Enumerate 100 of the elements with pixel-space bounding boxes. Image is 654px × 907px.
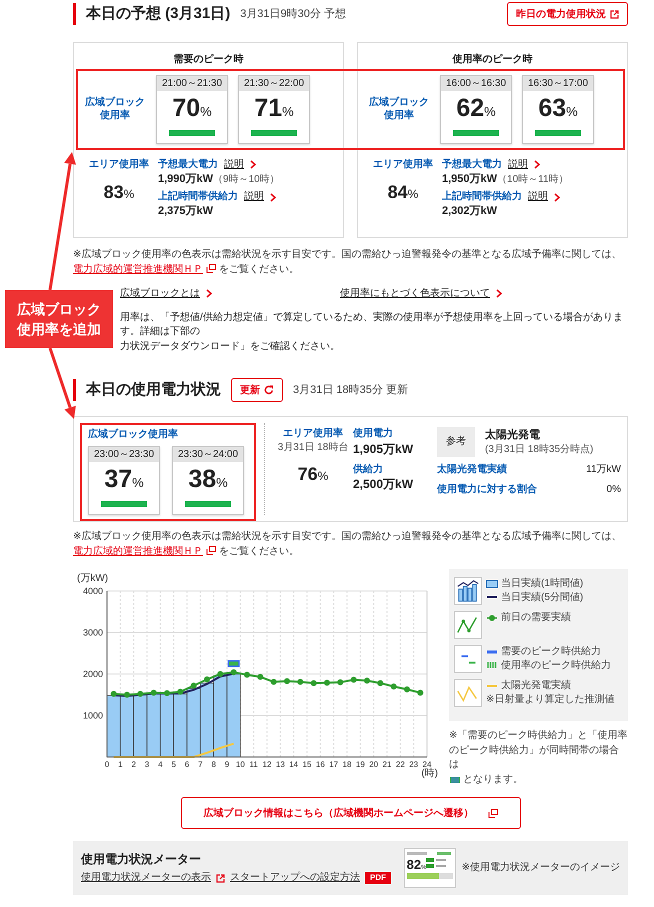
- setup-link[interactable]: スタートアップへの設定方法: [230, 871, 360, 885]
- timestamp: 3月31日 18時35分 更新: [293, 382, 408, 398]
- percent-value: 63: [538, 94, 566, 122]
- block-label: 広域ブロック使用率: [368, 96, 430, 123]
- tick-label: 9: [224, 760, 230, 769]
- legend-note: となります。: [463, 772, 523, 786]
- legend-label: 需要のピーク時供給力: [501, 645, 601, 658]
- item-value: 1,990万kW: [158, 172, 214, 184]
- help-link[interactable]: 説明: [528, 190, 548, 204]
- tick-label: 4000: [82, 586, 103, 596]
- legend-label: 太陽光発電実績: [501, 679, 571, 692]
- percent-unit: %: [566, 104, 578, 119]
- tick-label: 19: [356, 760, 365, 769]
- area-value: 84: [388, 182, 408, 202]
- tick-label: 13: [276, 760, 285, 769]
- refresh-button[interactable]: 更新: [231, 378, 283, 402]
- info-link[interactable]: 使用率にもとづく色表示について: [340, 287, 490, 300]
- area-label: エリア使用率: [282, 427, 344, 440]
- tick-label: 20: [369, 760, 378, 769]
- tick-label: 12: [262, 760, 272, 769]
- power-label: 供給力: [353, 462, 384, 476]
- card-heading: 使用率のピーク時: [451, 53, 534, 66]
- legend-label: ※日射量より算定した推測値: [486, 692, 614, 706]
- solar-title: 太陽光発電: [485, 428, 541, 443]
- time-label: 21:30～22:00: [239, 76, 309, 91]
- tick-label: 14: [289, 760, 298, 769]
- area-unit: %: [124, 186, 134, 200]
- legend-note: ※「需要のピーク時供給力」と「使用率のピーク時供給力」が同時間帯の場合は: [449, 729, 628, 772]
- area-value: 76: [298, 464, 318, 484]
- block-label: 広域ブロック使用率: [88, 428, 179, 442]
- help-link[interactable]: 説明: [224, 158, 244, 172]
- time-label: 16:00～16:30: [441, 76, 511, 91]
- tick-label: 1: [118, 760, 123, 769]
- item-value: 1,950万kW: [442, 172, 498, 184]
- tick-label: 24: [422, 760, 432, 769]
- percent-unit: %: [200, 104, 212, 119]
- tick-label: 17: [329, 760, 338, 769]
- solar-value: 0%: [606, 482, 621, 496]
- info-link[interactable]: 広域ブロックとは: [120, 287, 200, 300]
- area-label: エリア使用率: [88, 158, 150, 172]
- power-value: 2,500万kW: [353, 476, 414, 492]
- tick-label: 6: [184, 760, 190, 769]
- percent-value: 62: [456, 94, 484, 122]
- solar-label: 太陽光発電実績: [437, 463, 507, 476]
- help-link[interactable]: 説明: [244, 190, 264, 204]
- percent-value: 38: [188, 465, 216, 493]
- section-title: 本日の使用電力状況: [86, 380, 221, 400]
- axis-title: (時): [421, 768, 438, 779]
- time-label: 23:00～23:30: [89, 446, 159, 462]
- reference-badge: 参考: [437, 427, 475, 457]
- tick-label: 1000: [82, 710, 103, 720]
- tick-label: 3: [144, 760, 150, 769]
- tick-label: 15: [302, 760, 312, 769]
- percent-value: 37: [104, 465, 132, 493]
- tick-label: 21: [382, 760, 392, 769]
- tick-label: 16: [316, 760, 325, 769]
- tick-label: 2: [131, 760, 136, 769]
- meter-link[interactable]: 使用電力状況メーターの表示: [81, 871, 211, 885]
- info-paragraph: 用率は、「予想値/供給力想定値」で算定しているため、実際の使用率が予想使用率を上回っている場合があります。詳細は下部の 力状況データダウンロード」をご確認ください。: [120, 310, 624, 354]
- site-link-button[interactable]: 広域ブロック情報はこちら（広域機関ホームページへ遷移）: [180, 797, 520, 829]
- item-label: 上記時間帯供給力: [158, 190, 238, 204]
- tick-label: 23: [409, 760, 418, 769]
- hp-link[interactable]: 電力広域的運営推進機関ＨＰ: [73, 546, 216, 556]
- timestamp: 3月31日9時30分 予想: [240, 6, 346, 22]
- percent-unit: %: [216, 475, 228, 490]
- item-label: 予想最大電力: [158, 158, 218, 172]
- area-label: エリア使用率: [372, 158, 434, 172]
- percent-unit: %: [132, 475, 144, 490]
- note-text: ※広域ブロック使用率の色表示は需給状況を示す目安です。国の需給ひっ迫警報発令の基準となる広域予備率に関しては、 電力広域的運営推進機関ＨＰ をご覧ください。: [73, 248, 622, 276]
- annotation-callout: 広域ブロック使用率を追加: [5, 290, 113, 348]
- legend-label: 前日の需要実績: [501, 611, 571, 624]
- item-note: （9時～10時）: [213, 174, 280, 184]
- block-label: 広域ブロック使用率: [84, 96, 146, 123]
- history-button[interactable]: 昨日の電力使用状況: [507, 2, 628, 26]
- tick-label: 0: [104, 760, 110, 769]
- note-text: ※広域ブロック使用率の色表示は需給状況を示す目安です。国の需給ひっ迫警報発令の基準となる広域予備率に関しては、 電力広域的運営推進機関ＨＰ をご覧ください。: [73, 530, 622, 558]
- panel-title: 使用電力状況メーター: [81, 851, 202, 868]
- percent-unit: %: [282, 104, 294, 119]
- thumbnail-caption: ※使用電力状況メーターのイメージ: [462, 861, 620, 875]
- tick-label: 18: [342, 760, 352, 769]
- area-time: 3月31日 18時台: [276, 440, 350, 454]
- area-unit: %: [408, 186, 418, 200]
- solar-label: 使用電力に対する割合: [437, 482, 537, 496]
- item-value: 2,375万kW: [158, 204, 214, 217]
- time-label: 21:00～21:30: [157, 76, 227, 91]
- power-value: 1,905万kW: [353, 440, 414, 457]
- section-title: 本日の予想 (3月31日): [86, 4, 230, 24]
- tick-label: 5: [171, 760, 176, 769]
- solar-value: 11万kW: [586, 463, 621, 476]
- time-label: 16:30～17:00: [523, 76, 593, 91]
- area-unit: %: [318, 469, 328, 483]
- legend-label: 使用率のピーク時供給力: [501, 658, 611, 672]
- solar-time: (3月31日 18時35分時点): [485, 442, 594, 456]
- hp-link[interactable]: 電力広域的運営推進機関ＨＰ: [73, 264, 216, 274]
- percent-unit: %: [484, 104, 496, 119]
- pdf-badge: PDF: [365, 872, 391, 884]
- tick-label: 4: [158, 760, 163, 769]
- power-label: 使用電力: [353, 427, 394, 440]
- help-link[interactable]: 説明: [508, 158, 528, 172]
- tick-label: 2000: [82, 669, 103, 679]
